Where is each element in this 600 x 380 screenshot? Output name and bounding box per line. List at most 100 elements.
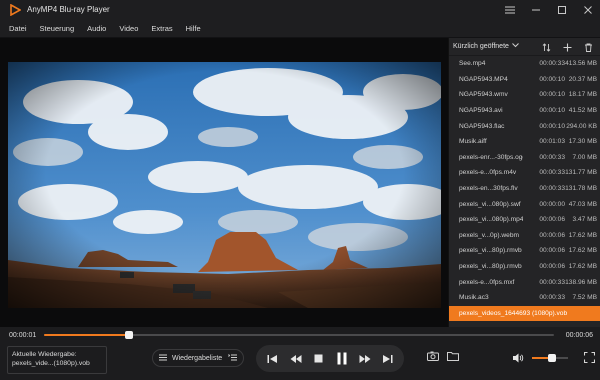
- minimize-icon[interactable]: [530, 4, 542, 16]
- previous-icon[interactable]: [266, 352, 280, 366]
- playlist-item[interactable]: NGAP5943.wmv 00:00:10 18.17 MB: [449, 87, 600, 103]
- playlist-item-name: Musik.aiff: [459, 138, 487, 146]
- add-icon[interactable]: [563, 43, 572, 52]
- playlist-item-duration: 00:00:33: [539, 278, 565, 286]
- playlist-item-duration: 00:00:06: [539, 263, 565, 271]
- seek-bar-fill: [44, 334, 130, 336]
- playlist-item-name: pexels-en...30fps.flv: [459, 185, 518, 193]
- playlist-toggle-icon[interactable]: [228, 353, 237, 364]
- volume-slider[interactable]: [532, 354, 568, 362]
- playlist-item-size: 17.62 MB: [568, 263, 597, 271]
- playlist-item-name: Musik.ac3: [459, 294, 489, 302]
- playlist-item[interactable]: pexels-e...0fps.m4v 00:00:33 131.77 MB: [449, 165, 600, 181]
- playlist-item-size: 3.47 MB: [572, 216, 597, 224]
- fullscreen-icon[interactable]: [583, 351, 596, 364]
- playlist-item-name: NGAP5943.wmv: [459, 91, 508, 99]
- playlist-item-duration: 00:00:33: [539, 153, 565, 161]
- playlist-item[interactable]: NGAP5943.flac 00:00:10 294.00 KB: [449, 118, 600, 134]
- playlist-item-size: 41.52 MB: [568, 107, 597, 115]
- playlist-button[interactable]: Wiedergabeliste: [152, 349, 244, 367]
- playlist-item-size: 131.77 MB: [565, 169, 597, 177]
- now-playing-label: Aktuelle Wiedergabe:: [12, 351, 77, 358]
- playlist-item-name: NGAP5943.flac: [459, 122, 505, 130]
- trash-icon[interactable]: [584, 43, 593, 52]
- menu-icon[interactable]: [504, 4, 516, 16]
- menu-audio[interactable]: Audio: [87, 24, 106, 33]
- pause-icon[interactable]: [335, 352, 349, 366]
- sort-icon[interactable]: [542, 42, 551, 52]
- playlist-item-duration: 00:00:33: [539, 169, 565, 177]
- chevron-down-icon[interactable]: [512, 43, 519, 50]
- playlist-tools: [542, 38, 593, 56]
- playlist-panel: Kürzlich geöffnete See.mp4 00:00:33 413.56…: [448, 38, 600, 327]
- total-time: 00:00:06: [565, 331, 593, 339]
- playlist-item-size: 131.78 MB: [565, 185, 597, 193]
- close-icon[interactable]: [582, 4, 594, 16]
- playlist-item-name: See.mp4: [459, 60, 486, 68]
- playlist-item-size: 17.62 MB: [568, 231, 597, 239]
- playlist-item-name: pexels-e...0fps.m4v: [459, 169, 517, 177]
- rewind-icon[interactable]: [289, 352, 303, 366]
- playlist-item-size: 20.37 MB: [568, 75, 597, 83]
- playlist-item-name: pexels_vi...80p).rmvb: [459, 263, 522, 271]
- now-playing-box: Aktuelle Wiedergabe: pexels_vide...(1080…: [7, 346, 107, 374]
- volume-handle[interactable]: [547, 354, 556, 362]
- playlist-item[interactable]: pexels-enr...-30fps.ogg 00:00:33 7.00 MB: [449, 150, 600, 166]
- playlist-item-duration: 00:00:33: [539, 60, 565, 68]
- next-icon[interactable]: [381, 352, 395, 366]
- playlist-item-size: 294.00 KB: [566, 122, 597, 130]
- list-icon: [159, 354, 167, 363]
- playlist-item-duration: 00:00:33: [539, 185, 565, 193]
- playlist-item[interactable]: pexels_vi...080p).mp4 00:00:06 3.47 MB: [449, 212, 600, 228]
- fast-forward-icon[interactable]: [358, 352, 372, 366]
- playlist-item[interactable]: pexels_vi...80p).rmvb 00:00:06 17.62 MB: [449, 259, 600, 275]
- playlist-item-size: 18.17 MB: [568, 91, 597, 99]
- playlist-item[interactable]: pexels-en...30fps.flv 00:00:33 131.78 MB: [449, 181, 600, 197]
- playlist-item-name: pexels-e...0fps.mxf: [459, 278, 515, 286]
- playlist-item[interactable]: pexels-e...0fps.mxf 00:00:33 138.96 MB: [449, 274, 600, 290]
- playlist-item[interactable]: pexels_videos_1644693 (1080p).vob: [449, 305, 600, 322]
- playlist-item-name: pexels_vi...080p).swf: [459, 200, 521, 208]
- playlist-item-name: NGAP5943.MP4: [459, 75, 508, 83]
- playlist-item[interactable]: NGAP5943.avi 00:00:10 41.52 MB: [449, 103, 600, 119]
- playlist-item-duration: 00:00:10: [539, 75, 565, 83]
- transport-controls: [256, 345, 404, 372]
- playlist-item-size: 413.56 MB: [565, 60, 597, 68]
- menu-hilfe[interactable]: Hilfe: [186, 24, 201, 33]
- volume-icon[interactable]: [512, 352, 524, 364]
- playlist-item-duration: 00:00:10: [539, 107, 565, 115]
- playlist-item-duration: 00:00:00: [539, 200, 565, 208]
- playlist-item-duration: 00:01:03: [539, 138, 565, 146]
- playlist-item[interactable]: Musik.aiff 00:01:03 17.30 MB: [449, 134, 600, 150]
- current-time: 00:00:01: [9, 331, 37, 339]
- playlist-item-name: pexels_v...0p).webm: [459, 231, 519, 239]
- playlist-item[interactable]: pexels_vi...80p).rmvb 00:00:06 17.62 MB: [449, 243, 600, 259]
- stop-icon[interactable]: [312, 352, 326, 366]
- playlist-item-duration: 00:00:06: [539, 247, 565, 255]
- playlist-item-size: 7.00 MB: [572, 153, 597, 161]
- playlist-item[interactable]: Musik.ac3 00:00:33 7.52 MB: [449, 290, 600, 306]
- seek-handle[interactable]: [125, 331, 134, 339]
- playlist-item[interactable]: pexels_v...0p).webm 00:00:06 17.62 MB: [449, 228, 600, 244]
- snapshot-icon[interactable]: [427, 350, 439, 362]
- playlist-item[interactable]: NGAP5943.MP4 00:00:10 20.37 MB: [449, 72, 600, 88]
- playlist-list: See.mp4 00:00:33 413.56 MB NGAP5943.MP4 00:0…: [449, 56, 600, 322]
- playlist-header: Kürzlich geöffnete: [449, 38, 600, 56]
- recent-dropdown[interactable]: Kürzlich geöffnete: [453, 43, 509, 50]
- menu-bar: Datei Steuerung Audio Video Extras Hilfe: [0, 19, 600, 38]
- menu-steuerung[interactable]: Steuerung: [40, 24, 75, 33]
- video-area[interactable]: [0, 38, 448, 327]
- playlist-item[interactable]: See.mp4 00:00:33 413.56 MB: [449, 56, 600, 72]
- video-frame-image: [8, 62, 441, 308]
- maximize-icon[interactable]: [556, 4, 568, 16]
- playlist-item[interactable]: pexels_vi...080p).swf 00:00:00 47.03 MB: [449, 196, 600, 212]
- menu-video[interactable]: Video: [119, 24, 138, 33]
- folder-icon[interactable]: [447, 350, 459, 362]
- playlist-item-name: pexels-enr...-30fps.ogg: [459, 153, 523, 161]
- playlist-item-duration: 00:00:06: [539, 231, 565, 239]
- menu-extras[interactable]: Extras: [151, 24, 172, 33]
- playlist-item-duration: 00:00:06: [539, 216, 565, 224]
- video-frame[interactable]: [8, 62, 441, 308]
- menu-datei[interactable]: Datei: [9, 24, 27, 33]
- seek-bar[interactable]: [44, 331, 554, 339]
